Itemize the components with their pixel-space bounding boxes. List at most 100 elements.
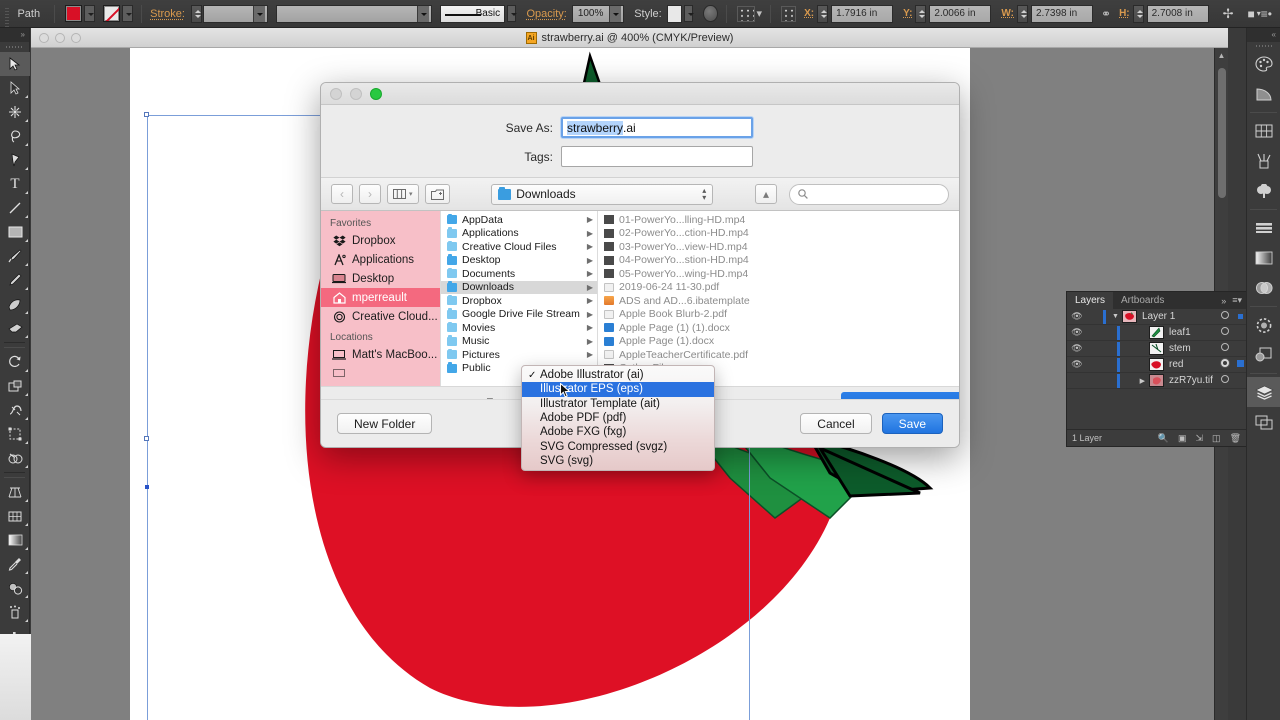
dock-grip[interactable]: [1247, 42, 1280, 49]
symbol-sprayer-tool[interactable]: [0, 600, 30, 624]
tools-panel-grip[interactable]: [0, 42, 29, 52]
x-stepper[interactable]: [817, 4, 829, 23]
selection-tool[interactable]: [0, 52, 30, 76]
w-field[interactable]: 2.7398 in: [1031, 4, 1093, 23]
table-row[interactable]: 👁 stem: [1067, 341, 1247, 357]
list-item[interactable]: Documents ▶: [441, 267, 597, 281]
table-row[interactable]: 👁 leaf1: [1067, 325, 1247, 341]
list-item[interactable]: 2019-06-24 11-30.pdf: [598, 281, 959, 295]
opacity-label[interactable]: Opacity:: [526, 8, 566, 20]
line-segment-tool[interactable]: [0, 196, 30, 220]
visibility-toggle-icon[interactable]: 👁: [1067, 327, 1087, 338]
list-item[interactable]: AppleTeacherCertificate.pdf: [598, 348, 959, 362]
delete-icon[interactable]: 🗑: [1230, 433, 1241, 444]
visibility-toggle-icon[interactable]: 👁: [1067, 343, 1087, 354]
magic-wand-tool[interactable]: [0, 100, 30, 124]
stroke-swatch-dropdown[interactable]: [122, 5, 134, 22]
lasso-tool[interactable]: [0, 124, 30, 148]
dialog-title-bar[interactable]: [321, 83, 959, 105]
transparency-panel-icon[interactable]: [1247, 273, 1280, 303]
menu-item-illustrator-template[interactable]: Illustrator Template (ait): [522, 397, 714, 411]
selection-indicator[interactable]: [1233, 359, 1247, 370]
rectangle-tool[interactable]: [0, 220, 30, 244]
list-item[interactable]: 03-PowerYo...view-HD.mp4: [598, 240, 959, 254]
table-row[interactable]: 👁 red: [1067, 357, 1247, 373]
pen-tool[interactable]: [0, 148, 30, 172]
direct-selection-tool[interactable]: [0, 76, 30, 100]
table-row[interactable]: 👁 ▼ Layer 1: [1067, 309, 1247, 325]
visibility-toggle-icon[interactable]: 👁: [1067, 311, 1087, 322]
selection-handle[interactable]: [144, 436, 149, 441]
eraser-tool[interactable]: [0, 316, 30, 340]
filename-input[interactable]: strawberry .ai: [561, 117, 753, 138]
dialog-close-button[interactable]: [330, 87, 342, 100]
new-layer-icon[interactable]: ◫: [1212, 433, 1221, 444]
sidebar-item-macbook[interactable]: Matt's MacBoo...: [321, 345, 440, 364]
symbols-panel-icon[interactable]: [1247, 176, 1280, 206]
artboards-panel-icon[interactable]: [1247, 407, 1280, 437]
selection-indicator[interactable]: [1233, 311, 1247, 322]
reference-point-selector[interactable]: [781, 5, 797, 22]
scroll-up-icon[interactable]: ▲: [1215, 51, 1228, 60]
sidebar-item-desktop[interactable]: Desktop: [321, 269, 440, 288]
target-indicator[interactable]: [1217, 327, 1233, 338]
blend-tool[interactable]: [0, 576, 30, 600]
close-window-button[interactable]: [39, 33, 49, 43]
stroke-weight-combo[interactable]: [202, 4, 269, 23]
sidebar-item-partial[interactable]: [321, 364, 440, 383]
tab-layers[interactable]: Layers: [1067, 292, 1114, 309]
list-item[interactable]: Google Drive File Stream ▶: [441, 308, 597, 322]
fill-color-swatch[interactable]: [65, 5, 83, 22]
type-tool[interactable]: T: [0, 172, 30, 196]
location-popup-button[interactable]: Downloads ▴ ▾: [491, 183, 714, 205]
cancel-button[interactable]: Cancel: [800, 413, 872, 434]
shaper-tool[interactable]: [0, 292, 30, 316]
link-proportions-icon[interactable]: ⚭: [1101, 7, 1111, 21]
target-indicator[interactable]: [1217, 375, 1233, 386]
gradient-panel-icon[interactable]: [1247, 243, 1280, 273]
panel-menu-icon[interactable]: ≡•: [1261, 7, 1272, 21]
stroke-panel-icon[interactable]: [1247, 310, 1280, 340]
layers-panel-icon[interactable]: [1247, 377, 1280, 407]
stroke-color-swatch[interactable]: [103, 5, 121, 22]
color-guide-panel-icon[interactable]: [1247, 79, 1280, 109]
control-bar-grip[interactable]: [0, 0, 12, 28]
color-panel-icon[interactable]: [1247, 49, 1280, 79]
list-item[interactable]: Movies ▶: [441, 321, 597, 335]
list-item[interactable]: Pictures ▶: [441, 348, 597, 362]
list-item[interactable]: 02-PowerYo...ction-HD.mp4: [598, 227, 959, 241]
minimize-window-button[interactable]: [55, 33, 65, 43]
sidebar-item-mperreault[interactable]: mperreault: [321, 288, 440, 307]
forward-button[interactable]: ›: [359, 184, 381, 204]
opacity-combo[interactable]: 100%: [571, 4, 625, 23]
tools-panel-collapse[interactable]: »: [0, 28, 29, 42]
scale-tool[interactable]: [0, 374, 30, 398]
transform-panel-icon[interactable]: ✢: [1223, 6, 1234, 22]
make-mask-icon[interactable]: ▣: [1178, 433, 1187, 444]
panel-menu-icon[interactable]: ≡▾: [1232, 295, 1242, 306]
swatches-panel-icon[interactable]: [1247, 116, 1280, 146]
scrollbar-thumb[interactable]: [1218, 68, 1226, 198]
search-input[interactable]: [788, 183, 949, 205]
free-transform-tool[interactable]: [0, 422, 30, 446]
document-setup-button[interactable]: ▾: [736, 5, 762, 22]
layer-name[interactable]: red: [1169, 359, 1217, 370]
list-item[interactable]: Apple Page (1) (1).docx: [598, 321, 959, 335]
format-dropdown-menu[interactable]: ✓ Adobe Illustrator (ai) Illustrator EPS…: [521, 365, 715, 472]
list-item[interactable]: Apple Page (1).docx: [598, 335, 959, 349]
align-panel-icon[interactable]: [1247, 213, 1280, 243]
file-column-2[interactable]: 01-PowerYo...lling-HD.mp4 02-PowerYo...c…: [597, 211, 959, 386]
w-stepper[interactable]: [1017, 4, 1028, 23]
target-indicator[interactable]: [1217, 359, 1233, 370]
locate-object-icon[interactable]: 🔍: [1158, 433, 1169, 444]
chevron-down-icon[interactable]: [417, 5, 430, 22]
new-folder-icon-button[interactable]: [424, 184, 450, 204]
back-button[interactable]: ‹: [331, 184, 353, 204]
brushes-panel-icon[interactable]: [1247, 146, 1280, 176]
sidebar-item-dropbox[interactable]: Dropbox: [321, 231, 440, 250]
gradient-tool[interactable]: [0, 528, 30, 552]
list-item[interactable]: Desktop ▶: [441, 254, 597, 268]
list-item[interactable]: Applications ▶: [441, 227, 597, 241]
disclosure-triangle-icon[interactable]: ▼: [1109, 313, 1122, 320]
dialog-minimize-button[interactable]: [350, 87, 362, 100]
